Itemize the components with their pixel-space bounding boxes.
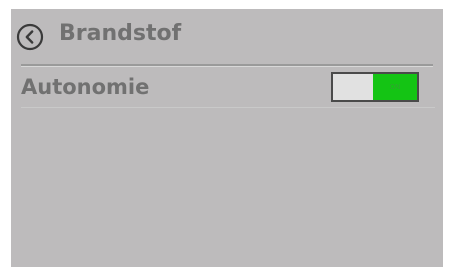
header: Brandstof xyxy=(11,9,443,61)
autonomie-toggle[interactable]: ON xyxy=(331,72,419,102)
chevron-left-circle-icon xyxy=(16,23,44,51)
setting-label: Autonomie xyxy=(21,75,150,99)
fuel-settings-screen: Brandstof Autonomie ON xyxy=(11,9,443,267)
back-button[interactable] xyxy=(15,22,45,52)
toggle-on-indicator: ON xyxy=(373,74,417,100)
row-divider xyxy=(21,107,435,108)
setting-row-autonomie: Autonomie ON xyxy=(11,69,443,107)
page-title: Brandstof xyxy=(59,21,182,46)
header-divider xyxy=(21,64,433,67)
